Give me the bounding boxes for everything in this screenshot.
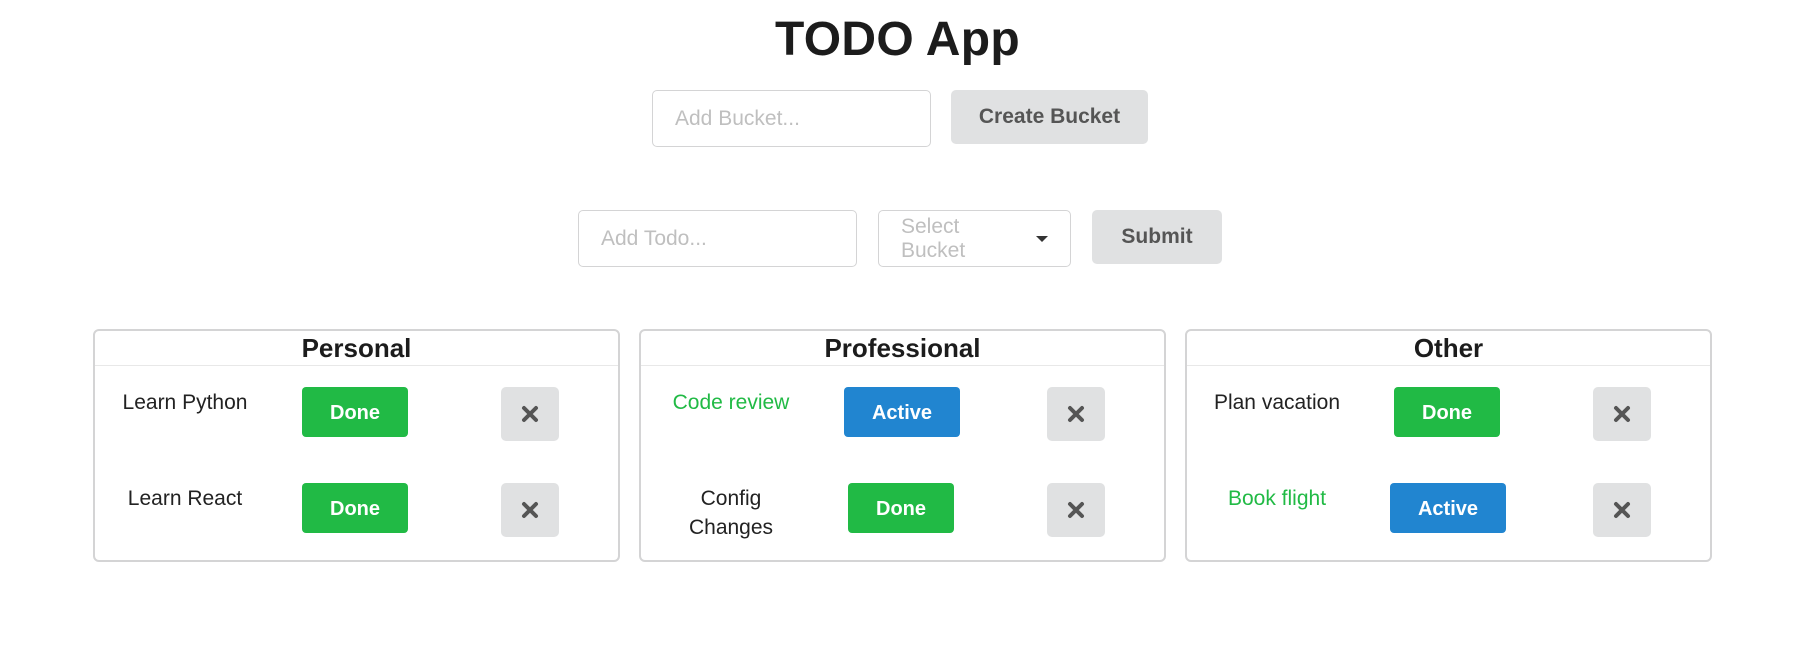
close-icon	[1068, 502, 1084, 518]
todo-label: Code review	[672, 391, 790, 414]
bucket-card-professional: Professional Code review Active Config C…	[639, 329, 1166, 562]
todo-label: Book flight	[1227, 487, 1327, 510]
delete-todo-button[interactable]	[501, 483, 559, 537]
close-icon	[1068, 406, 1084, 422]
bucket-card-personal: Personal Learn Python Done Learn React D…	[93, 329, 620, 562]
add-todo-input[interactable]	[578, 210, 857, 267]
delete-todo-button[interactable]	[1047, 387, 1105, 441]
todo-label: Learn Python	[122, 391, 248, 414]
todo-status-button[interactable]: Done	[1394, 387, 1500, 437]
delete-todo-button[interactable]	[1593, 483, 1651, 537]
todo-status-button[interactable]: Active	[844, 387, 960, 437]
todo-label: Plan vacation	[1213, 391, 1341, 414]
page-title: TODO App	[774, 13, 1021, 66]
todo-label: Learn React	[127, 487, 243, 510]
todo-status-button[interactable]: Done	[302, 387, 408, 437]
close-icon	[1614, 502, 1630, 518]
submit-button[interactable]: Submit	[1092, 210, 1222, 264]
bucket-card-other: Other Plan vacation Done Book flight Act…	[1185, 329, 1712, 562]
close-icon	[522, 502, 538, 518]
close-icon	[1614, 406, 1630, 422]
delete-todo-button[interactable]	[1047, 483, 1105, 537]
todo-status-button[interactable]: Done	[302, 483, 408, 533]
select-bucket-placeholder: Select Bucket	[901, 214, 966, 262]
create-bucket-button[interactable]: Create Bucket	[951, 90, 1148, 144]
delete-todo-button[interactable]	[1593, 387, 1651, 441]
todo-label: Config Changes	[688, 487, 774, 539]
add-bucket-input[interactable]	[652, 90, 931, 147]
todo-status-button[interactable]: Done	[848, 483, 954, 533]
bucket-title: Other	[1187, 331, 1710, 366]
caret-down-icon	[1036, 235, 1048, 242]
bucket-title: Personal	[95, 331, 618, 366]
close-icon	[522, 406, 538, 422]
bucket-title: Professional	[641, 331, 1164, 366]
select-bucket-dropdown[interactable]: Select Bucket	[878, 210, 1071, 267]
todo-status-button[interactable]: Active	[1390, 483, 1506, 533]
delete-todo-button[interactable]	[501, 387, 559, 441]
